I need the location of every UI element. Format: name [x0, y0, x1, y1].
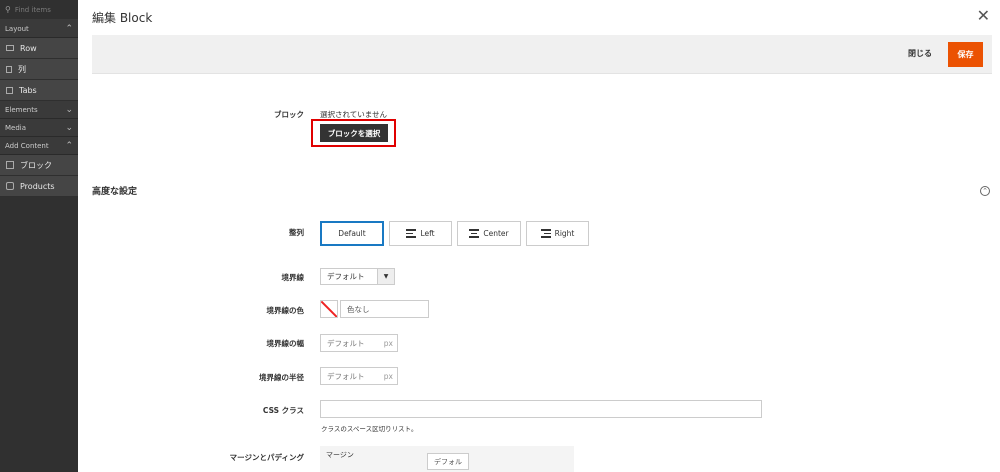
sidebar-item-tabs[interactable]: Tabs [0, 80, 78, 101]
select-block-button[interactable]: ブロックを選択 [320, 124, 388, 142]
chevron-up-icon: ⌃ [65, 140, 73, 151]
align-label: Default [338, 229, 366, 238]
margin-label: マージン [326, 451, 354, 459]
unit-label: px [383, 371, 393, 381]
edit-panel: 編集 Block ✕ 閉じる 保存 ブロック 選択されていません ブロックを選択… [78, 0, 1000, 472]
section-elements[interactable]: Elements ⌄ [0, 101, 78, 119]
save-button[interactable]: 保存 [948, 42, 983, 67]
sidebar-item-column[interactable]: 列 [0, 59, 78, 80]
chevron-down-icon: ⌄ [65, 104, 73, 115]
sidebar-item-label: Products [20, 181, 55, 191]
align-left-button[interactable]: Left [389, 221, 452, 246]
align-left-icon [406, 229, 417, 238]
row-icon [6, 45, 14, 51]
css-class-input[interactable] [320, 400, 762, 418]
align-default-button[interactable]: Default [320, 221, 384, 246]
input-placeholder: デフォルト [327, 338, 365, 348]
align-label: Center [483, 229, 509, 238]
align-center-icon [469, 229, 480, 238]
border-select[interactable]: デフォルト ▼ [320, 268, 395, 285]
align-center-button[interactable]: Center [457, 221, 521, 246]
css-class-hint: クラスのスペース区切りリスト。 [321, 425, 418, 433]
products-icon [6, 182, 14, 190]
sidebar-item-products[interactable]: Products [0, 176, 78, 197]
chevron-down-icon: ▼ [377, 269, 394, 284]
margin-input[interactable]: デフォル [427, 453, 469, 470]
search-input[interactable]: Find items [15, 6, 51, 14]
border-width-label: 境界線の幅 [266, 339, 305, 348]
sidebar: ⚲ Find items Layout ⌃ Row 列 Tabs Element… [0, 0, 78, 472]
sidebar-item-row[interactable]: Row [0, 38, 78, 59]
advanced-settings-title: 高度な設定 [92, 187, 138, 197]
sidebar-item-block[interactable]: ブロック [0, 155, 78, 176]
border-radius-label: 境界線の半径 [259, 373, 304, 382]
page-title: 編集 Block [92, 11, 153, 25]
margin-padding-box: マージン デフォル [320, 446, 574, 472]
color-swatch[interactable] [320, 300, 338, 318]
tabs-icon [6, 86, 13, 94]
input-placeholder: デフォルト [327, 371, 365, 381]
border-select-value: デフォルト [327, 272, 365, 281]
align-label: Left [420, 229, 435, 238]
action-toolbar: 閉じる 保存 [92, 35, 992, 74]
css-class-label: CSS クラス [262, 406, 304, 415]
border-width-input[interactable]: デフォルト px [320, 334, 398, 352]
close-icon[interactable]: ✕ [977, 6, 990, 25]
collapse-icon[interactable]: ⌃ [980, 186, 990, 196]
section-label: Elements [5, 105, 38, 114]
block-icon [6, 161, 14, 169]
sidebar-item-label: ブロック [20, 160, 52, 170]
section-layout[interactable]: Layout ⌃ [0, 20, 78, 38]
search-icon: ⚲ [5, 5, 11, 14]
column-icon [6, 65, 12, 73]
unit-label: px [383, 338, 393, 348]
block-label: ブロック [274, 110, 304, 119]
section-label: Media [5, 123, 27, 132]
border-color-input[interactable]: 色なし [340, 300, 429, 318]
alignment-label: 整列 [289, 228, 304, 237]
align-right-button[interactable]: Right [526, 221, 589, 246]
border-label: 境界線 [281, 273, 305, 282]
align-label: Right [554, 229, 575, 238]
chevron-down-icon: ⌄ [65, 122, 73, 133]
close-button[interactable]: 閉じる [908, 48, 932, 59]
align-right-icon [540, 229, 551, 238]
margin-padding-label: マージンとパディング [229, 453, 304, 462]
section-add-content[interactable]: Add Content ⌃ [0, 137, 78, 155]
chevron-up-icon: ⌃ [65, 23, 73, 34]
border-color-label: 境界線の色 [266, 306, 305, 315]
sidebar-item-label: 列 [18, 64, 26, 74]
section-media[interactable]: Media ⌄ [0, 119, 78, 137]
section-label: Layout [5, 24, 29, 33]
sidebar-search[interactable]: ⚲ Find items [0, 0, 78, 20]
sidebar-item-label: Tabs [19, 85, 37, 95]
sidebar-item-label: Row [20, 43, 37, 53]
section-label: Add Content [5, 141, 49, 150]
border-radius-input[interactable]: デフォルト px [320, 367, 398, 385]
